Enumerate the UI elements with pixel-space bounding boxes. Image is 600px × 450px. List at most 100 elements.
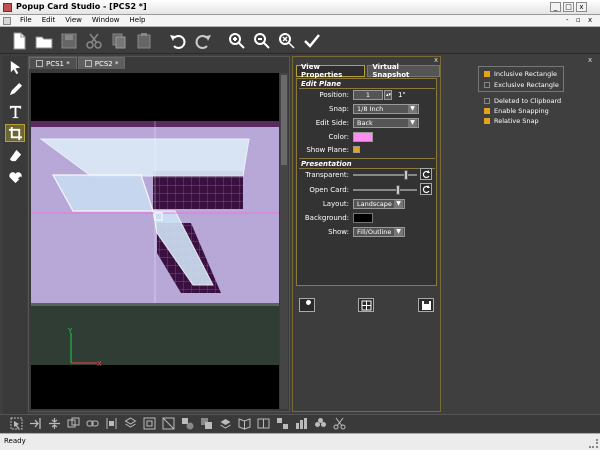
- book-icon: [238, 418, 250, 430]
- tools-button[interactable]: [299, 298, 315, 312]
- snap-exclusive-rectangle[interactable]: Exclusive Rectangle: [484, 81, 559, 89]
- minimize-button[interactable]: _: [550, 2, 561, 12]
- menu-bar: File Edit View Window Help - ▫ x: [0, 15, 600, 27]
- document-menu-icon[interactable]: [3, 17, 11, 25]
- menu-view[interactable]: View: [65, 16, 82, 24]
- cut-button[interactable]: [83, 30, 105, 52]
- position-stepper[interactable]: ▴▾: [384, 90, 392, 100]
- save-view-button[interactable]: [418, 298, 434, 312]
- frame-button[interactable]: [141, 417, 157, 431]
- slider-knob[interactable]: [404, 170, 408, 180]
- group-button[interactable]: [274, 417, 290, 431]
- show-plane-checkbox[interactable]: [353, 146, 360, 153]
- distribute-button[interactable]: [103, 417, 119, 431]
- plane-color-swatch[interactable]: [353, 132, 373, 142]
- scroll-thumb[interactable]: [281, 75, 287, 165]
- snap-relative-snap[interactable]: Relative Snap: [484, 117, 539, 125]
- stack-button[interactable]: [122, 417, 138, 431]
- stack-icon: [124, 417, 136, 428]
- tab-pcs1[interactable]: PCS1 *: [29, 57, 77, 69]
- snap-select[interactable]: 1/8 Inch ▼: [353, 104, 419, 114]
- chart-button[interactable]: [293, 417, 309, 431]
- overlap-button[interactable]: [198, 417, 214, 431]
- tab-view-properties[interactable]: View Properties: [296, 63, 366, 79]
- copy-button[interactable]: [108, 30, 130, 52]
- show-select[interactable]: Fill/Outline ▼: [353, 227, 405, 237]
- open-card-slider[interactable]: [353, 184, 417, 196]
- tab-virtual-snapshot[interactable]: Virtual Snapshot: [367, 63, 440, 79]
- resize-grip[interactable]: [589, 439, 598, 448]
- close-button[interactable]: x: [576, 2, 587, 12]
- eraser-tool[interactable]: [5, 146, 25, 164]
- chevron-down-icon: ▼: [408, 119, 417, 127]
- transparent-slider[interactable]: [353, 169, 417, 181]
- zoom-in-button[interactable]: [226, 30, 248, 52]
- snap-checkbox[interactable]: [484, 71, 490, 77]
- mdi-minimize-button[interactable]: -: [566, 16, 569, 24]
- tab-pcs2[interactable]: PCS2 *: [77, 57, 126, 69]
- align-middle-button[interactable]: [46, 417, 62, 431]
- snap-inclusive-rectangle[interactable]: Inclusive Rectangle: [484, 70, 557, 78]
- background-color-swatch[interactable]: [353, 213, 373, 223]
- refresh-icon: [422, 184, 430, 193]
- edit-side-select[interactable]: Back ▼: [353, 118, 419, 128]
- snap-enable-snapping[interactable]: Enable Snapping: [484, 107, 549, 115]
- snap-checkbox[interactable]: [484, 108, 490, 114]
- canvas-viewport[interactable]: Y X: [31, 73, 279, 409]
- link-button[interactable]: [84, 417, 100, 431]
- scissor-cut-button[interactable]: [331, 417, 347, 431]
- reset-open-card-button[interactable]: [420, 183, 432, 195]
- add-heart-tool[interactable]: [5, 168, 25, 186]
- zoom-out-button[interactable]: [251, 30, 273, 52]
- select-region-button[interactable]: [8, 417, 24, 431]
- reset-transparent-button[interactable]: [420, 168, 432, 180]
- mdi-restore-button[interactable]: ▫: [576, 16, 581, 24]
- flower-button[interactable]: [312, 417, 328, 431]
- open-folder-button[interactable]: [33, 30, 55, 52]
- menu-edit[interactable]: Edit: [42, 16, 56, 24]
- snap-deleted-to-clipboard[interactable]: Deleted to Clipboard: [484, 97, 561, 105]
- grid-button[interactable]: [358, 298, 374, 312]
- save-button[interactable]: [58, 30, 80, 52]
- new-file-button[interactable]: [8, 30, 30, 52]
- position-input[interactable]: 1: [353, 90, 383, 100]
- snap-panel-close-icon[interactable]: x: [588, 56, 592, 64]
- chevron-down-icon: ▼: [394, 200, 403, 208]
- canvas-bottom: [31, 365, 279, 409]
- zoom-out-icon: [254, 32, 270, 49]
- apply-check-button[interactable]: [301, 30, 323, 52]
- text-tool[interactable]: [5, 102, 25, 120]
- layout-label: Layout:: [322, 200, 349, 208]
- zoom-fit-button[interactable]: [276, 30, 298, 52]
- snap-checkbox[interactable]: [484, 118, 490, 124]
- undo-button[interactable]: [167, 30, 189, 52]
- book-button[interactable]: [236, 417, 252, 431]
- pen-tool[interactable]: [5, 80, 25, 98]
- layers-button[interactable]: [217, 417, 233, 431]
- card-canvas[interactable]: Y X: [31, 73, 279, 409]
- copy-layer-button[interactable]: [65, 417, 81, 431]
- snap-checkbox[interactable]: [484, 98, 490, 104]
- mdi-close-button[interactable]: x: [588, 16, 592, 24]
- menu-file[interactable]: File: [20, 16, 32, 24]
- snap-checkbox[interactable]: [484, 82, 490, 88]
- save-icon: [61, 33, 77, 48]
- crop-frame-button[interactable]: [160, 417, 176, 431]
- shape-icon: [181, 418, 193, 430]
- menu-help[interactable]: Help: [130, 16, 146, 24]
- paste-button[interactable]: [133, 30, 155, 52]
- panel-button[interactable]: [255, 417, 271, 431]
- menu-window[interactable]: Window: [92, 16, 120, 24]
- layout-select[interactable]: Landscape ▼: [353, 199, 405, 209]
- align-right-button[interactable]: [27, 417, 43, 431]
- copy-icon: [112, 33, 126, 48]
- crop-tool[interactable]: [5, 124, 25, 142]
- slider-knob[interactable]: [396, 185, 400, 195]
- redo-button[interactable]: [192, 30, 214, 52]
- arrow-pointer-icon: [10, 60, 20, 74]
- vertical-scrollbar[interactable]: [280, 73, 288, 409]
- maximize-button[interactable]: □: [563, 2, 574, 12]
- shape-button[interactable]: [179, 417, 195, 431]
- select-tool[interactable]: [5, 58, 25, 76]
- presentation-title: Presentation: [301, 160, 352, 168]
